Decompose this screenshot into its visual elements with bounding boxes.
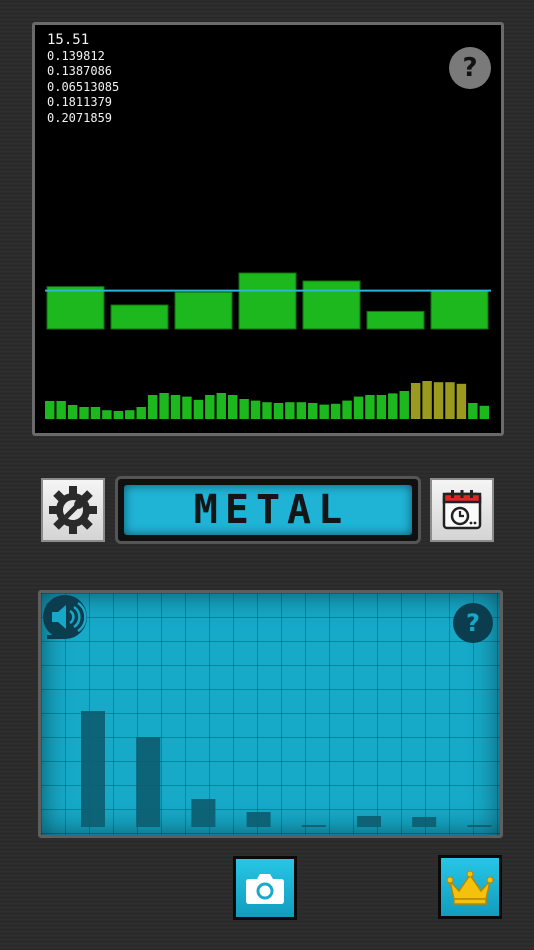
frequency-spectrum-panel: ? [38, 590, 503, 838]
fine-bar [67, 405, 78, 419]
fine-bar [468, 403, 478, 419]
fine-bar [182, 396, 192, 419]
fine-bar [479, 405, 489, 419]
detection-mode-display: METAL [115, 476, 421, 544]
band-bar [366, 310, 425, 330]
readout-value: 0.139812 [47, 48, 105, 63]
band-bar [238, 272, 297, 330]
readout-value: 0.1811379 [47, 95, 113, 109]
fine-bar [342, 400, 352, 419]
readout-value: 15.51 [47, 32, 90, 48]
fine-bar [273, 403, 284, 419]
fine-bar [113, 411, 124, 419]
calendar-clock-icon [442, 490, 482, 530]
fine-bar [227, 395, 238, 419]
camera-icon [246, 874, 284, 904]
settings-button[interactable] [41, 478, 105, 542]
spectrum-bar [467, 825, 492, 827]
fine-bar [262, 402, 272, 419]
readout-value: 0.2071859 [47, 110, 113, 125]
readout-value: 0.06513085 [47, 79, 120, 94]
fine-bar [102, 410, 112, 419]
fine-bar [433, 382, 444, 419]
spectrum-bar [246, 812, 271, 827]
fine-bar [308, 403, 318, 419]
fine-bar [365, 395, 375, 419]
fine-bar [285, 402, 295, 419]
fine-bar [159, 393, 169, 419]
fine-bar [239, 399, 249, 419]
fine-bar [193, 399, 204, 419]
signal-scope: 15.51 0.139812 0.1387086 0.06513085 0.18… [32, 22, 504, 436]
fine-bar [90, 407, 101, 419]
fine-bar [250, 400, 261, 419]
fine-bar [422, 381, 432, 419]
fine-bar [319, 404, 329, 419]
fine-bar [445, 382, 455, 419]
fine-bar [136, 407, 146, 419]
fine-bar [56, 401, 66, 419]
spectrum-bar [136, 737, 161, 827]
spectrum-bar [412, 817, 437, 827]
band-bar [174, 291, 233, 330]
fine-bar [388, 393, 398, 419]
fine-bar [399, 391, 409, 419]
fine-bar [330, 403, 341, 419]
fine-bar [376, 395, 387, 419]
fine-bar [45, 401, 55, 419]
spectrum-bar [301, 825, 326, 827]
gear-wrench-icon [49, 486, 97, 534]
fine-bar [296, 402, 307, 419]
spectrum-chart [81, 711, 492, 827]
spectrum-bar [191, 799, 216, 827]
signal-readout: 15.51 0.139812 0.1387086 0.06513085 0.18… [47, 32, 120, 126]
band-bar [302, 280, 361, 330]
crown-icon [446, 870, 494, 905]
mode-screen: METAL [124, 485, 412, 535]
fine-bar [216, 393, 226, 419]
fine-bar [79, 407, 89, 419]
fine-bar [147, 395, 158, 419]
mode-label: METAL [193, 487, 350, 533]
fine-bar [125, 410, 135, 419]
spectrum-help-button[interactable]: ? [453, 603, 493, 643]
spectrum-bar [81, 711, 105, 827]
fine-bar [205, 395, 215, 419]
band-bar [430, 290, 489, 330]
fine-bar [353, 396, 364, 419]
band-bar [46, 286, 105, 330]
readout-value: 0.1387086 [47, 64, 113, 78]
fine-bar [456, 383, 467, 419]
spectrum-bar [357, 816, 381, 827]
camera-button[interactable] [233, 856, 297, 920]
fine-bar [410, 383, 421, 419]
band-bar [110, 304, 169, 330]
speaker-icon[interactable] [41, 593, 89, 641]
history-button[interactable] [430, 478, 494, 542]
fine-bar [170, 395, 181, 419]
premium-button[interactable] [438, 855, 502, 919]
scope-help-button[interactable]: ? [449, 47, 491, 89]
